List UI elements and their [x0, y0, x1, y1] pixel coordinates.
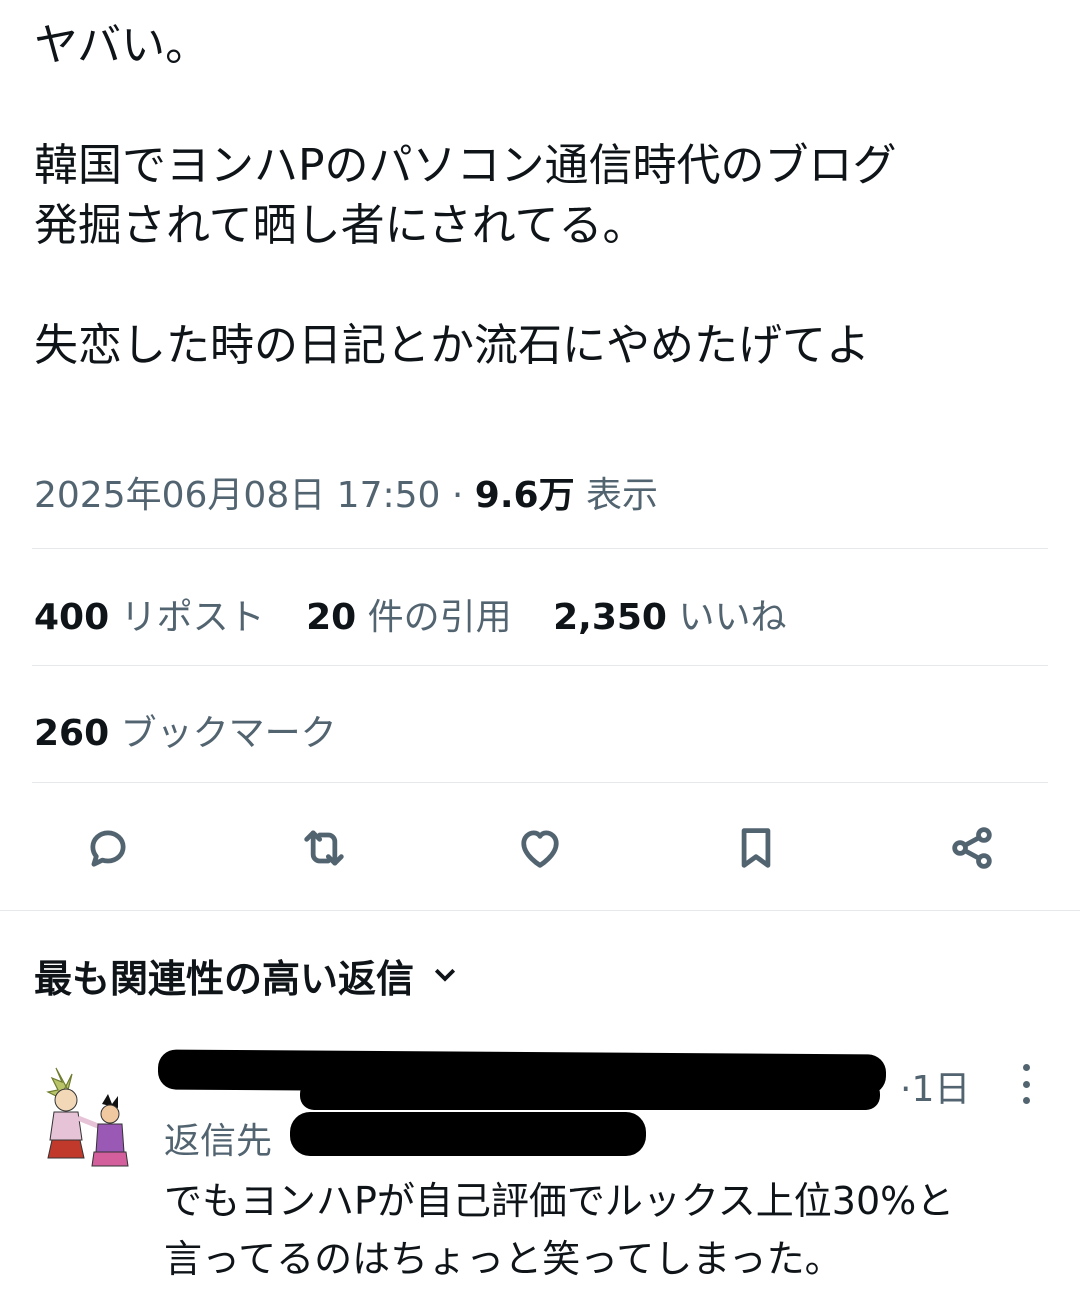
reply-sort-selector[interactable]: 最も関連性の高い返信 — [34, 948, 460, 1003]
repost-icon — [304, 830, 344, 866]
meta-separator: · — [451, 475, 464, 516]
tweet-timestamp[interactable]: 2025年06月08日 17:50 — [34, 475, 440, 516]
divider — [32, 665, 1048, 666]
tweet-line: 発掘されて晒し者にされてる。 — [34, 200, 647, 251]
chevron-down-icon — [430, 954, 460, 998]
more-options-icon[interactable] — [1016, 1064, 1036, 1104]
engagement-stats: 400 リポスト 20 件の引用 2,350 いいね — [34, 588, 816, 640]
views-count[interactable]: 9.6万 — [475, 475, 575, 516]
quotes-stat[interactable]: 20 件の引用 — [306, 597, 542, 638]
reply-time[interactable]: ·1日 — [900, 1060, 970, 1112]
tweet-text: ヤバい。 韓国でヨンハPのパソコン通信時代のブログ 発掘されて晒し者にされてる。… — [34, 16, 1044, 376]
redaction-mark — [290, 1112, 646, 1156]
reply-line: でもヨンハPが自己評価でルックス上位30%と — [164, 1179, 955, 1223]
tweet-line: 韓国でヨンハPのパソコン通信時代のブログ — [34, 140, 897, 191]
redaction-mark — [300, 1080, 880, 1110]
bookmarks-stat[interactable]: 260 ブックマーク — [34, 704, 367, 756]
like-button[interactable] — [510, 818, 570, 878]
reply-line: 言ってるのはちょっと笑ってしまった。 — [164, 1237, 843, 1281]
likes-stat[interactable]: 2,350 いいね — [553, 597, 816, 638]
reply-text: でもヨンハPが自己評価でルックス上位30%と 言ってるのはちょっと笑ってしまった… — [164, 1172, 1054, 1288]
like-icon — [521, 830, 559, 868]
section-divider — [0, 910, 1080, 911]
reposts-stat[interactable]: 400 リポスト — [34, 597, 295, 638]
bookmark-button[interactable] — [726, 818, 786, 878]
share-icon — [952, 827, 992, 869]
bookmark-icon — [741, 828, 771, 868]
share-button[interactable] — [942, 818, 1002, 878]
divider — [32, 548, 1048, 549]
tweet-line: ヤバい。 — [34, 20, 210, 71]
tweet-line: 失恋した時の日記とか流石にやめたげてよ — [34, 320, 870, 371]
action-bar — [0, 818, 1080, 878]
reply-sort-label: 最も関連性の高い返信 — [34, 957, 415, 1001]
reply-button[interactable] — [78, 818, 138, 878]
repost-button[interactable] — [294, 818, 354, 878]
reply-icon — [90, 830, 126, 867]
reply-to-label: 返信先 — [164, 1121, 273, 1162]
reply-avatar[interactable] — [38, 1060, 130, 1170]
divider — [32, 782, 1048, 783]
tweet-meta: 2025年06月08日 17:50 · 9.6万 表示 — [34, 466, 658, 518]
views-label: 表示 — [586, 475, 659, 516]
